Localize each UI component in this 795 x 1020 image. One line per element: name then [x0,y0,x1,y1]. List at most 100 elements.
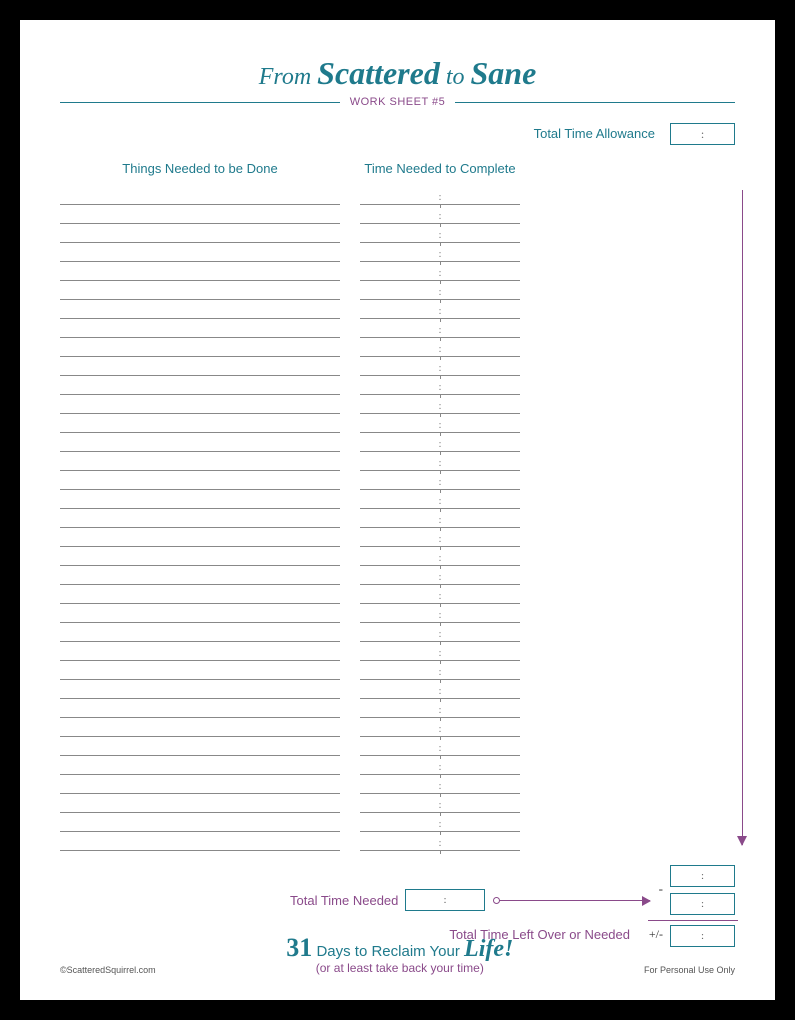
things-line[interactable] [60,262,340,281]
time-line[interactable] [360,832,520,851]
calc-allowance-box[interactable]: : [670,865,735,887]
calc-rule [648,920,738,921]
things-line[interactable] [60,661,340,680]
minus-sign: - [659,881,663,897]
arrow-right-icon [495,900,650,901]
things-line[interactable] [60,186,340,205]
time-line[interactable] [360,680,520,699]
things-line[interactable] [60,490,340,509]
title-from: From [259,64,311,90]
time-line[interactable] [360,775,520,794]
time-line[interactable] [360,433,520,452]
subtitle: WORK SHEET #5 [350,96,446,108]
things-line[interactable] [60,775,340,794]
time-line[interactable] [360,414,520,433]
total-time-allowance-input[interactable]: : [670,123,735,145]
tagline-middle: Days to Reclaim Your [316,943,459,960]
things-line[interactable] [60,319,340,338]
time-line[interactable] [360,585,520,604]
footer: ©ScatteredSquirrel.com 31 Days to Reclai… [60,933,735,975]
time-line[interactable] [360,737,520,756]
time-line[interactable] [360,357,520,376]
header: From Scattered to Sane WORK SHEET #5 [60,55,735,108]
time-line[interactable] [360,300,520,319]
things-line[interactable] [60,737,340,756]
time-line[interactable] [360,756,520,775]
time-line[interactable] [360,509,520,528]
time-lines [360,186,520,851]
time-line[interactable] [360,319,520,338]
time-line[interactable] [360,566,520,585]
time-line[interactable] [360,490,520,509]
time-line[interactable] [360,623,520,642]
time-line[interactable] [360,661,520,680]
time-line[interactable] [360,699,520,718]
things-line[interactable] [60,794,340,813]
things-line[interactable] [60,604,340,623]
calc-needed-box[interactable]: : [670,893,735,915]
time-line[interactable] [360,262,520,281]
time-line[interactable] [360,452,520,471]
time-line[interactable] [360,471,520,490]
things-line[interactable] [60,414,340,433]
things-line[interactable] [60,205,340,224]
title-to: to [446,64,465,90]
page-title: From Scattered to Sane [60,55,735,92]
time-line[interactable] [360,205,520,224]
time-line[interactable] [360,186,520,205]
things-line[interactable] [60,813,340,832]
things-line[interactable] [60,433,340,452]
time-line[interactable] [360,224,520,243]
rule-right [455,102,735,103]
things-line[interactable] [60,623,340,642]
things-line[interactable] [60,243,340,262]
time-line[interactable] [360,794,520,813]
things-line[interactable] [60,832,340,851]
copyright: ©ScatteredSquirrel.com [60,965,156,975]
total-time-needed-input[interactable]: : [405,889,485,911]
time-line[interactable] [360,604,520,623]
things-line[interactable] [60,585,340,604]
time-line[interactable] [360,281,520,300]
things-line[interactable] [60,509,340,528]
title-rule: WORK SHEET #5 [60,96,735,108]
things-line[interactable] [60,300,340,319]
time-line[interactable] [360,376,520,395]
things-lines [60,186,340,851]
title-scattered: Scattered [317,55,440,91]
time-line[interactable] [360,718,520,737]
time-line[interactable] [360,642,520,661]
time-line[interactable] [360,813,520,832]
things-line[interactable] [60,338,340,357]
time-line[interactable] [360,528,520,547]
things-line[interactable] [60,224,340,243]
things-line[interactable] [60,566,340,585]
things-line[interactable] [60,395,340,414]
things-line[interactable] [60,718,340,737]
things-line[interactable] [60,699,340,718]
things-line[interactable] [60,471,340,490]
total-time-allowance-label: Total Time Allowance [534,126,655,141]
time-line[interactable] [360,395,520,414]
time-line[interactable] [360,547,520,566]
things-line[interactable] [60,376,340,395]
things-line[interactable] [60,281,340,300]
tagline-number: 31 [286,933,312,962]
things-line[interactable] [60,528,340,547]
things-line[interactable] [60,642,340,661]
things-line[interactable] [60,756,340,775]
time-heading: Time Needed to Complete [360,161,520,176]
things-line[interactable] [60,452,340,471]
things-line[interactable] [60,357,340,376]
time-column: Time Needed to Complete [360,161,520,851]
tagline-life: Life! [464,936,513,962]
time-line[interactable] [360,338,520,357]
worksheet-page: From Scattered to Sane WORK SHEET #5 Tot… [20,20,775,1000]
things-heading: Things Needed to be Done [60,161,340,176]
things-line[interactable] [60,547,340,566]
time-line[interactable] [360,243,520,262]
things-column: Things Needed to be Done [60,161,340,851]
allowance-row: Total Time Allowance : [60,126,735,156]
things-line[interactable] [60,680,340,699]
rule-left [60,102,340,103]
